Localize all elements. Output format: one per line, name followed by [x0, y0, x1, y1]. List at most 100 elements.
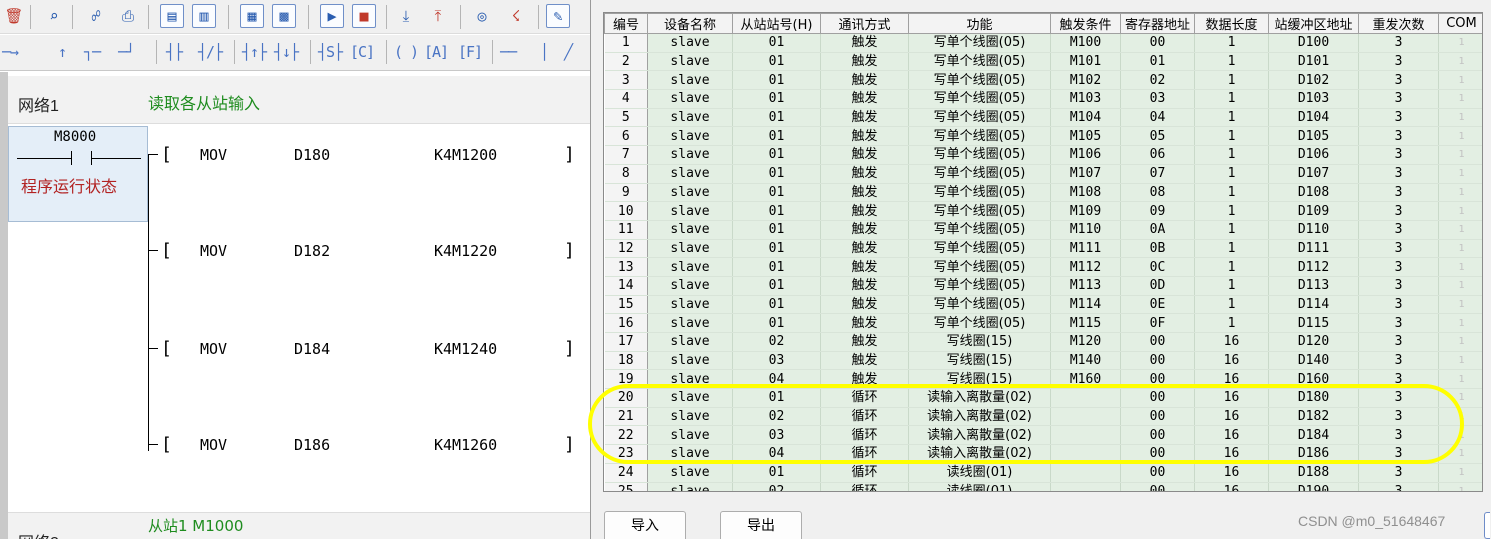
cell-length[interactable]: 16 — [1194, 351, 1269, 371]
cell-function[interactable]: 写单个线圈(05) — [908, 164, 1051, 184]
cell-comm-mode[interactable]: 触发 — [820, 220, 909, 240]
cell-row-number[interactable]: 21 — [604, 407, 648, 427]
table-row[interactable]: 5 slave 01 触发 写单个线圈(05) M104 04 1 D104 3 1 — [604, 108, 1482, 128]
cell-device-name[interactable]: slave — [647, 183, 733, 203]
cell-register[interactable]: 05 — [1120, 126, 1195, 147]
contact-m8000[interactable]: M8000 程序运行状态 — [8, 126, 148, 222]
cell-com-port[interactable]: 1 — [1438, 108, 1482, 128]
cell-trigger[interactable]: M120 — [1050, 332, 1121, 352]
cell-function[interactable]: 读输入离散量(02) — [908, 407, 1051, 427]
cell-length[interactable]: 16 — [1194, 407, 1269, 427]
cell-device-name[interactable]: slave — [647, 463, 733, 483]
cell-retries[interactable]: 3 — [1358, 257, 1439, 277]
cell-comm-mode[interactable]: 触发 — [820, 70, 909, 91]
cell-register[interactable]: 0E — [1120, 295, 1195, 315]
cell-device-name[interactable]: slave — [647, 313, 733, 333]
cell-length[interactable]: 16 — [1194, 444, 1269, 464]
table-row[interactable]: 16 slave 01 触发 写单个线圈(05) M115 0F 1 D115 3 1 — [604, 313, 1482, 333]
cell-row-number[interactable]: 2 — [604, 52, 648, 72]
col-header-register[interactable]: 寄存器地址 — [1120, 13, 1195, 34]
cell-function[interactable]: 写单个线圈(05) — [908, 201, 1051, 221]
cell-trigger[interactable] — [1050, 425, 1121, 446]
hline-up-icon[interactable]: ─┘ — [118, 43, 135, 61]
cell-length[interactable]: 16 — [1194, 482, 1269, 491]
cell-comm-mode[interactable]: 触发 — [820, 276, 909, 296]
cell-trigger[interactable] — [1050, 388, 1121, 408]
cell-function[interactable]: 写单个线圈(05) — [908, 70, 1051, 91]
cell-trigger[interactable]: M102 — [1050, 70, 1121, 91]
cell-device-name[interactable]: slave — [647, 126, 733, 147]
monitor-icon[interactable]: ◎ — [470, 4, 494, 28]
cell-row-number[interactable]: 16 — [604, 313, 648, 333]
contact-nc-icon[interactable]: ┤/├ — [198, 43, 223, 61]
cell-station-id[interactable]: 01 — [732, 220, 821, 240]
search-icon[interactable]: ⌕ — [42, 4, 66, 28]
cell-row-number[interactable]: 14 — [604, 276, 648, 296]
cell-comm-mode[interactable]: 触发 — [820, 351, 909, 371]
sheet-icon[interactable]: ▦ — [240, 4, 264, 28]
cell-trigger[interactable]: M106 — [1050, 145, 1121, 165]
cell-comm-mode[interactable]: 触发 — [820, 108, 909, 128]
table-row[interactable]: 6 slave 01 触发 写单个线圈(05) M105 05 1 D105 3 1 — [604, 126, 1482, 147]
cell-function[interactable]: 写单个线圈(05) — [908, 183, 1051, 203]
cell-buffer-address[interactable]: D188 — [1268, 463, 1359, 483]
cell-com-port[interactable]: 1 — [1438, 388, 1482, 408]
cell-buffer-address[interactable]: D182 — [1268, 407, 1359, 427]
cell-length[interactable]: 1 — [1194, 201, 1269, 221]
cell-retries[interactable]: 3 — [1358, 276, 1439, 296]
cell-station-id[interactable]: 01 — [732, 126, 821, 147]
rung-4[interactable]: [ MOV D186 K4M1260 ] — [148, 434, 588, 455]
network-icon[interactable]: ☍ — [84, 4, 108, 28]
cell-comm-mode[interactable]: 循环 — [820, 444, 909, 464]
cell-length[interactable]: 1 — [1194, 108, 1269, 128]
cell-buffer-address[interactable]: D190 — [1268, 482, 1359, 491]
cell-retries[interactable]: 3 — [1358, 89, 1439, 109]
cell-length[interactable]: 1 — [1194, 52, 1269, 72]
cell-comm-mode[interactable]: 循环 — [820, 425, 909, 446]
cell-device-name[interactable]: slave — [647, 220, 733, 240]
cell-buffer-address[interactable]: D112 — [1268, 257, 1359, 277]
table-row[interactable]: 25 slave 02 循环 读线圈(01) 00 16 D190 3 1 — [604, 482, 1482, 491]
table-row[interactable]: 22 slave 03 循环 读输入离散量(02) 00 16 D184 3 1 — [604, 425, 1482, 446]
cell-station-id[interactable]: 01 — [732, 33, 821, 53]
col-header-device[interactable]: 设备名称 — [647, 13, 733, 34]
cell-device-name[interactable]: slave — [647, 444, 733, 464]
cell-com-port[interactable]: 1 — [1438, 164, 1482, 184]
cell-function[interactable]: 读线圈(01) — [908, 482, 1051, 491]
stop-icon[interactable]: ■ — [352, 4, 376, 28]
cell-row-number[interactable]: 10 — [604, 201, 648, 221]
cell-device-name[interactable]: slave — [647, 33, 733, 53]
cell-row-number[interactable]: 11 — [604, 220, 648, 240]
hbar-icon[interactable]: ── — [500, 43, 517, 61]
cell-retries[interactable]: 3 — [1358, 201, 1439, 221]
cell-register[interactable]: 01 — [1120, 52, 1195, 72]
cell-register[interactable]: 0A — [1120, 220, 1195, 240]
cell-length[interactable]: 1 — [1194, 295, 1269, 315]
cell-retries[interactable]: 3 — [1358, 444, 1439, 464]
cell-function[interactable]: 写单个线圈(05) — [908, 108, 1051, 128]
cell-station-id[interactable]: 01 — [732, 313, 821, 333]
cell-buffer-address[interactable]: D115 — [1268, 313, 1359, 333]
col-header-id[interactable]: 编号 — [604, 13, 648, 34]
cell-buffer-address[interactable]: D103 — [1268, 89, 1359, 109]
layers-icon[interactable]: ▤ — [160, 4, 184, 28]
cell-device-name[interactable]: slave — [647, 407, 733, 427]
cell-row-number[interactable]: 23 — [604, 444, 648, 464]
cell-trigger[interactable] — [1050, 444, 1121, 464]
cell-com-port[interactable]: 1 — [1438, 425, 1482, 446]
table-row[interactable]: 2 slave 01 触发 写单个线圈(05) M101 01 1 D101 3 1 — [604, 52, 1482, 72]
cell-register[interactable]: 07 — [1120, 164, 1195, 184]
cell-retries[interactable]: 3 — [1358, 313, 1439, 333]
cell-comm-mode[interactable]: 循环 — [820, 388, 909, 408]
cell-device-name[interactable]: slave — [647, 201, 733, 221]
hline-down-icon[interactable]: ┐─ — [84, 43, 101, 61]
cell-comm-mode[interactable]: 触发 — [820, 89, 909, 109]
cell-function[interactable]: 读输入离散量(02) — [908, 425, 1051, 446]
table-row[interactable]: 15 slave 01 触发 写单个线圈(05) M114 0E 1 D114 3 1 — [604, 295, 1482, 315]
contact-p-icon[interactable]: ┤↑├ — [242, 43, 267, 61]
cell-length[interactable]: 1 — [1194, 183, 1269, 203]
cell-com-port[interactable]: 1 — [1438, 126, 1482, 147]
cell-length[interactable]: 16 — [1194, 369, 1269, 390]
col-header-retry[interactable]: 重发次数 — [1358, 13, 1439, 34]
cell-row-number[interactable]: 19 — [604, 369, 648, 390]
